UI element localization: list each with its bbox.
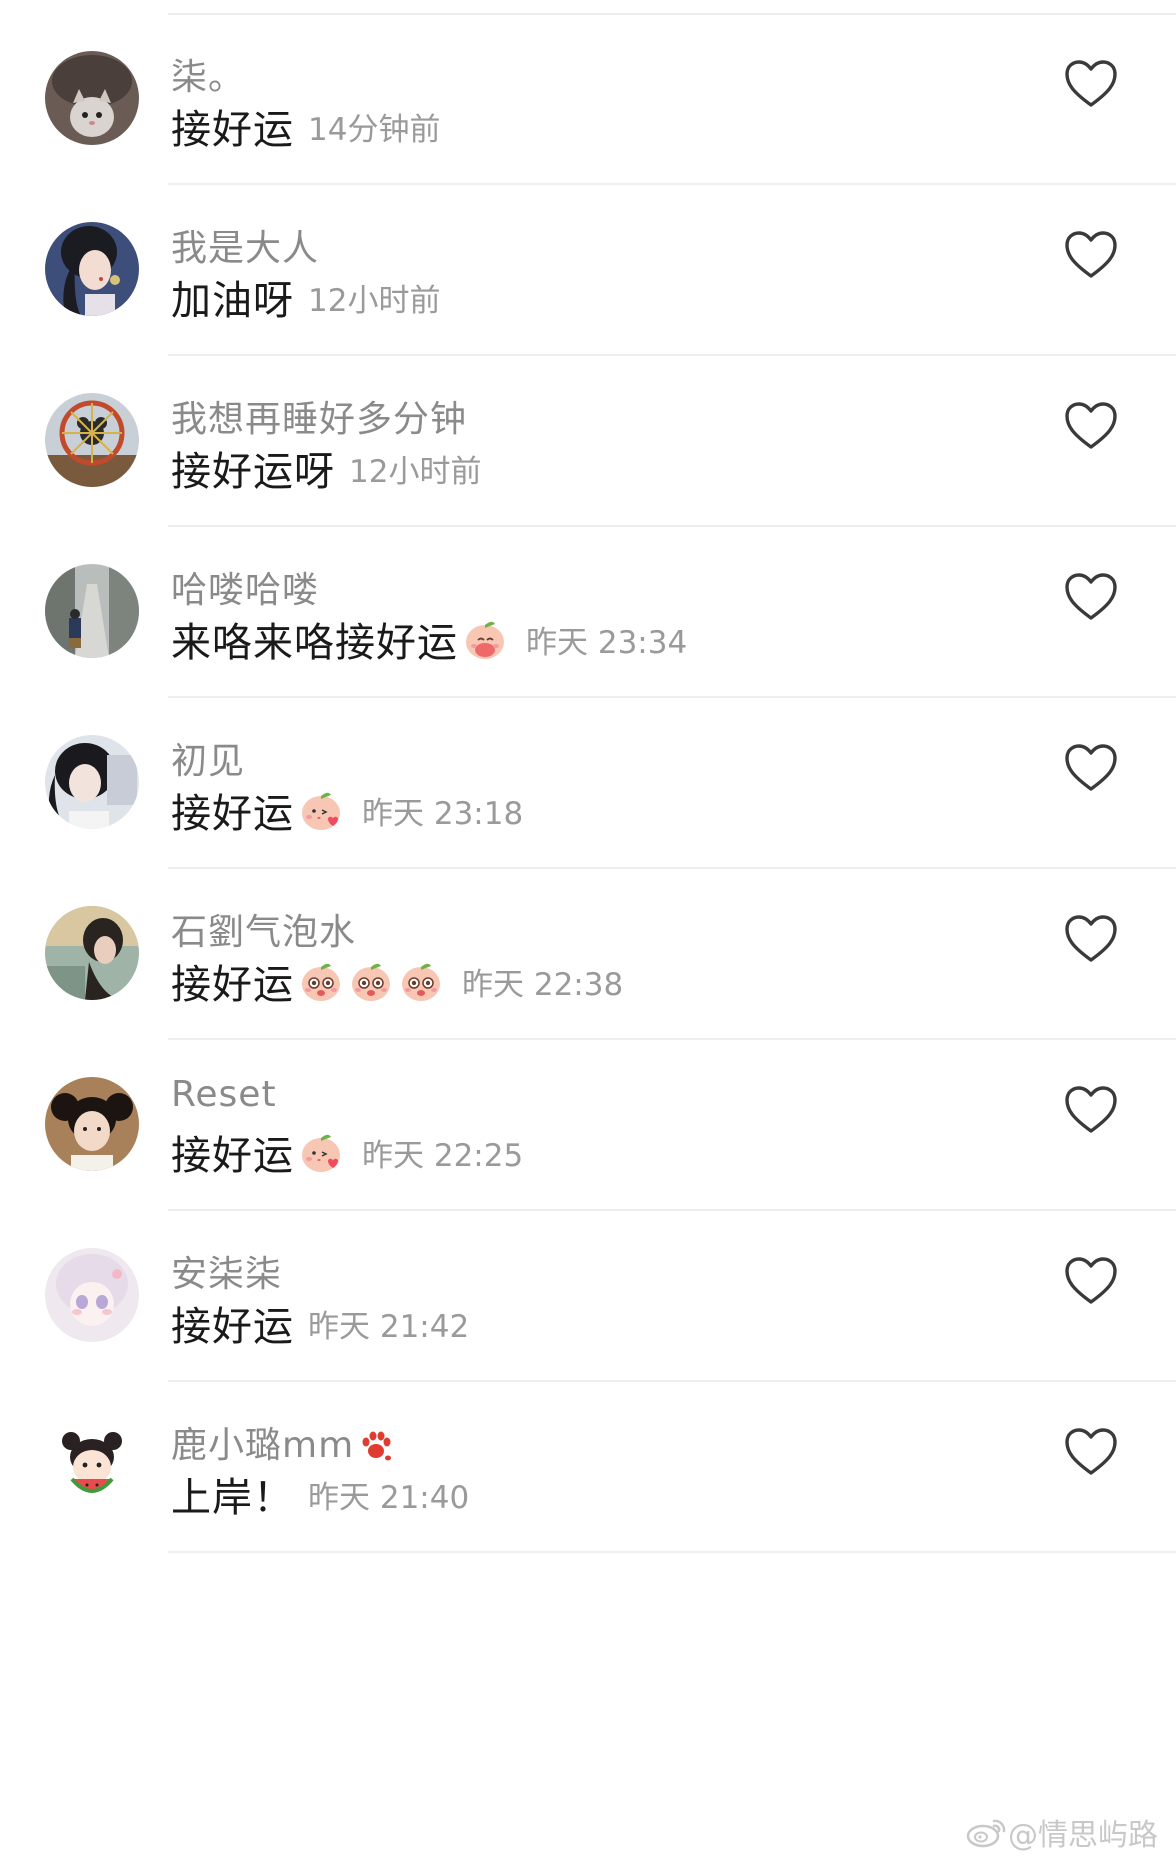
comment-username[interactable]: 哈喽哈喽 — [171, 561, 319, 613]
peach-starry-eyes-emoji — [398, 958, 444, 1004]
cat-avatar[interactable] — [45, 51, 139, 145]
comment-text: 接好运 — [171, 1133, 294, 1179]
comment-content: 来咯来咯接好运 昨天 23:34 — [171, 614, 688, 666]
comment-item[interactable]: 哈喽哈喽来咯来咯接好运 昨天 23:34 — [0, 527, 1176, 698]
comment-item[interactable]: 柒。接好运 14分钟前 — [0, 14, 1176, 185]
paw-print-icon — [356, 1425, 396, 1465]
peach-starry-eyes-emoji — [298, 958, 344, 1004]
comment-item[interactable]: 我想再睡好多分钟接好运呀 12小时前 — [0, 356, 1176, 527]
heart-icon[interactable] — [1063, 1428, 1119, 1482]
comment-timestamp: 昨天 22:25 — [362, 1137, 524, 1174]
comment-text: 接好运 — [171, 791, 294, 837]
comment-content: 接好运 14分钟前 — [171, 101, 441, 153]
comment-item[interactable]: Reset 接好运 昨天 22:25 — [0, 1040, 1176, 1211]
comment-text: 接好运 — [171, 107, 294, 153]
peach-starry-eyes-emoji — [348, 958, 394, 1004]
comment-item[interactable]: 安柒柒 接好运 昨天 21:42 — [0, 1211, 1176, 1382]
watermark: @情思屿路 — [966, 1810, 1158, 1854]
username-text[interactable]: 我想再睡好多分钟 — [171, 399, 467, 440]
comment-username[interactable]: Reset — [171, 1074, 277, 1115]
like-button[interactable] — [1063, 1426, 1119, 1478]
comment-text: 加油呀 — [171, 278, 294, 324]
heart-icon[interactable] — [1063, 60, 1119, 114]
comment-item[interactable]: 鹿小璐mm 上岸！ 昨天 21:40 — [0, 1382, 1176, 1553]
heart-icon[interactable] — [1063, 573, 1119, 627]
illustrated-girl-avatar[interactable] — [45, 222, 139, 316]
heart-icon[interactable] — [1063, 402, 1119, 456]
comment-timestamp: 14分钟前 — [308, 111, 441, 148]
comment-username[interactable]: 安柒柒 — [171, 1245, 282, 1297]
comment-text: 接好运呀 — [171, 449, 335, 495]
pigtail-girl-avatar[interactable] — [45, 1077, 139, 1171]
comment-text: 接好运 — [171, 1304, 294, 1350]
comment-timestamp: 12小时前 — [308, 282, 441, 319]
like-button[interactable] — [1063, 1084, 1119, 1136]
watermark-text: @情思屿路 — [1008, 1818, 1158, 1853]
comment-timestamp: 昨天 22:38 — [462, 966, 624, 1003]
username-text[interactable]: 哈喽哈喽 — [171, 570, 319, 611]
like-button[interactable] — [1063, 58, 1119, 110]
ferris-wheel-avatar[interactable] — [45, 393, 139, 487]
anime-girl-avatar[interactable] — [45, 1248, 139, 1342]
comment-item[interactable]: 石劉气泡水接好运 昨天 22:38 — [0, 869, 1176, 1040]
username-text[interactable]: 安柒柒 — [171, 1254, 282, 1295]
divider — [168, 1551, 1176, 1553]
comment-text: 来咯来咯接好运 — [171, 620, 458, 666]
like-button[interactable] — [1063, 571, 1119, 623]
sunset-girl-avatar[interactable] — [45, 906, 139, 1000]
comment-content: 接好运 昨天 23:18 — [171, 785, 524, 837]
like-button[interactable] — [1063, 229, 1119, 281]
comment-content: 上岸！ 昨天 21:40 — [171, 1469, 470, 1521]
username-text[interactable]: 柒。 — [171, 57, 245, 98]
comment-content: 接好运 昨天 22:25 — [171, 1127, 524, 1179]
username-text[interactable]: 鹿小璐mm — [171, 1425, 354, 1466]
like-button[interactable] — [1063, 1255, 1119, 1307]
comment-username[interactable]: 柒。 — [171, 48, 245, 100]
comment-item[interactable]: 我是大人加油呀 12小时前 — [0, 185, 1176, 356]
comment-text: 上岸！ — [171, 1475, 294, 1521]
username-text[interactable]: 我是大人 — [171, 228, 319, 269]
peach-pray-emoji — [462, 616, 508, 662]
comment-username[interactable]: 我是大人 — [171, 219, 319, 271]
heart-icon[interactable] — [1063, 1257, 1119, 1311]
comment-timestamp: 12小时前 — [349, 453, 482, 490]
comment-username[interactable]: 石劉气泡水 — [171, 903, 356, 955]
like-button[interactable] — [1063, 913, 1119, 965]
comment-timestamp: 昨天 23:18 — [362, 795, 524, 832]
comment-content: 加油呀 12小时前 — [171, 272, 441, 324]
comment-item[interactable]: 初见接好运 昨天 23:18 — [0, 698, 1176, 869]
username-text[interactable]: 石劉气泡水 — [171, 912, 356, 953]
comment-timestamp: 昨天 23:34 — [526, 624, 688, 661]
comment-content: 接好运 昨天 22:38 — [171, 956, 624, 1008]
peach-kiss-emoji — [298, 1129, 344, 1175]
comment-timestamp: 昨天 21:42 — [308, 1308, 470, 1345]
watermelon-girl-avatar[interactable] — [45, 1419, 139, 1513]
street-scene-avatar[interactable] — [45, 564, 139, 658]
weibo-icon — [966, 1819, 1006, 1848]
like-button[interactable] — [1063, 742, 1119, 794]
peach-kiss-emoji — [298, 787, 344, 833]
comment-content: 接好运呀 12小时前 — [171, 443, 482, 495]
heart-icon[interactable] — [1063, 231, 1119, 285]
girl-photo-avatar[interactable] — [45, 735, 139, 829]
comment-username[interactable]: 初见 — [171, 732, 245, 784]
comment-username[interactable]: 鹿小璐mm — [171, 1416, 396, 1468]
username-text[interactable]: 初见 — [171, 741, 245, 782]
comment-content: 接好运 昨天 21:42 — [171, 1298, 470, 1350]
comment-text: 接好运 — [171, 962, 294, 1008]
comment-timestamp: 昨天 21:40 — [308, 1479, 470, 1516]
heart-icon[interactable] — [1063, 915, 1119, 969]
comment-username[interactable]: 我想再睡好多分钟 — [171, 390, 467, 442]
heart-icon[interactable] — [1063, 744, 1119, 798]
heart-icon[interactable] — [1063, 1086, 1119, 1140]
username-text[interactable]: Reset — [171, 1074, 277, 1115]
like-button[interactable] — [1063, 400, 1119, 452]
